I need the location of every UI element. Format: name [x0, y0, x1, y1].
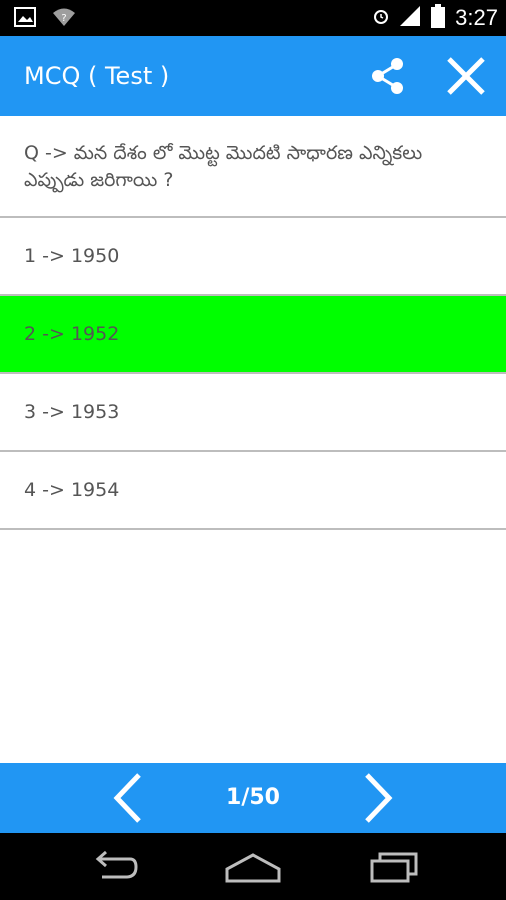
back-button[interactable] — [82, 849, 142, 885]
svg-text:?: ? — [61, 13, 66, 24]
question-text: Q -> మన దేశం లో మొట్ట మొదటి సాధారణ ఎన్ని… — [24, 142, 423, 191]
image-icon — [14, 7, 36, 31]
previous-button[interactable] — [106, 771, 150, 825]
back-icon — [95, 850, 138, 879]
battery-icon — [431, 4, 446, 32]
divider — [0, 528, 506, 530]
alarm-icon — [373, 8, 389, 28]
home-icon — [225, 853, 281, 883]
share-button[interactable] — [366, 54, 410, 98]
status-bar: ? 3:27 — [0, 0, 506, 36]
close-button[interactable] — [444, 54, 488, 98]
status-right: 3:27 — [373, 0, 498, 36]
share-icon — [372, 58, 403, 94]
page-indicator: 1/50 — [226, 785, 280, 810]
home-button[interactable] — [223, 849, 283, 885]
signal-icon — [399, 5, 421, 31]
status-left: ? — [14, 7, 76, 31]
pagination-bar: 1/50 — [0, 763, 506, 833]
option-3[interactable]: 3 -> 1953 — [0, 374, 506, 450]
recents-button[interactable] — [364, 849, 424, 885]
app-bar: MCQ ( Test ) — [0, 36, 506, 116]
close-icon — [447, 57, 485, 95]
recents-icon — [370, 852, 418, 883]
wifi-question-icon: ? — [52, 7, 76, 31]
option-2[interactable]: 2 -> 1952 — [0, 296, 506, 372]
status-time: 3:27 — [455, 5, 498, 30]
system-nav-bar — [0, 833, 506, 900]
chevron-right-icon — [365, 773, 393, 823]
chevron-left-icon — [113, 773, 141, 823]
page-title: MCQ ( Test ) — [24, 62, 170, 90]
next-button[interactable] — [356, 771, 400, 825]
option-1[interactable]: 1 -> 1950 — [0, 218, 506, 294]
option-4[interactable]: 4 -> 1954 — [0, 452, 506, 528]
